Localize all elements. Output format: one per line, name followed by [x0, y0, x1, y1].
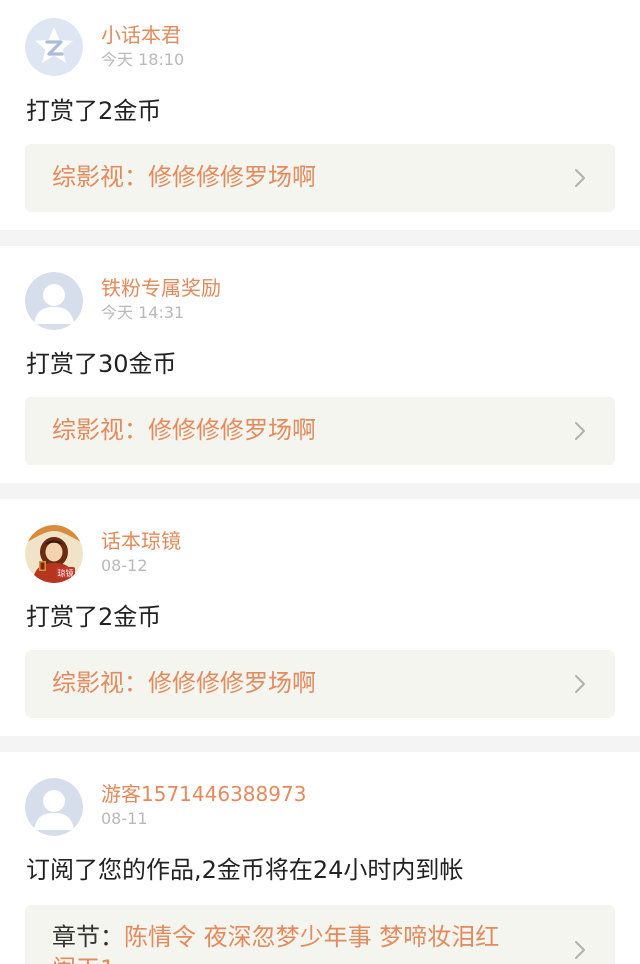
timestamp: 08-11 — [101, 809, 148, 828]
username[interactable]: 小话本君 — [101, 22, 181, 48]
username[interactable]: 游客1571446388973 — [101, 781, 306, 807]
avatar[interactable] — [25, 778, 83, 836]
default-user-icon — [25, 778, 83, 836]
feed-item: 琼镜 话本琼镜 08-12 打赏了2金币 综影视：修修修修罗场啊 — [0, 499, 640, 736]
chevron-right-icon — [575, 422, 585, 440]
work-link[interactable]: 综影视：修修修修罗场啊 — [25, 144, 615, 212]
avatar-badge-text: 琼镜 — [58, 568, 74, 578]
activity-text: 订阅了您的作品,2金币将在24小时内到帐 — [26, 856, 464, 884]
illustrated-portrait: 琼镜 — [25, 525, 83, 583]
feed-item: 游客1571446388973 08-11 订阅了您的作品,2金币将在24小时内… — [0, 752, 640, 964]
timestamp: 今天 14:31 — [101, 303, 185, 322]
timestamp: 08-12 — [101, 556, 148, 575]
chapter-link[interactable]: 章节：陈情令 夜深忽梦少年事 梦啼妆泪红 阑干1 — [25, 905, 615, 964]
chapter-title: 章节：陈情令 夜深忽梦少年事 梦啼妆泪红 — [52, 923, 500, 951]
feed-item: 小话本君 今天 18:10 打赏了2金币 综影视：修修修修罗场啊 — [0, 0, 640, 230]
feed-item: 铁粉专属奖励 今天 14:31 打赏了30金币 综影视：修修修修罗场啊 — [0, 246, 640, 483]
chevron-right-icon — [575, 675, 585, 693]
work-title: 综影视：修修修修罗场啊 — [52, 416, 316, 444]
divider — [0, 230, 640, 246]
qzone-star-icon — [25, 18, 83, 76]
avatar[interactable] — [25, 272, 83, 330]
work-link[interactable]: 综影视：修修修修罗场啊 — [25, 650, 615, 718]
activity-text: 打赏了2金币 — [26, 603, 162, 631]
default-user-icon — [25, 272, 83, 330]
activity-text: 打赏了2金币 — [26, 97, 162, 125]
chapter-title-overflow: 阑干1 — [52, 953, 115, 964]
chevron-right-icon — [575, 169, 585, 187]
chevron-right-icon — [575, 941, 585, 959]
work-title: 综影视：修修修修罗场啊 — [52, 669, 316, 697]
avatar[interactable] — [25, 18, 83, 76]
username[interactable]: 话本琼镜 — [101, 528, 181, 554]
work-link[interactable]: 综影视：修修修修罗场啊 — [25, 397, 615, 465]
username[interactable]: 铁粉专属奖励 — [101, 275, 221, 301]
avatar[interactable]: 琼镜 — [25, 525, 83, 583]
divider — [0, 736, 640, 752]
activity-text: 打赏了30金币 — [26, 350, 177, 378]
timestamp: 今天 18:10 — [101, 50, 185, 69]
work-title: 综影视：修修修修罗场啊 — [52, 163, 316, 191]
divider — [0, 483, 640, 499]
